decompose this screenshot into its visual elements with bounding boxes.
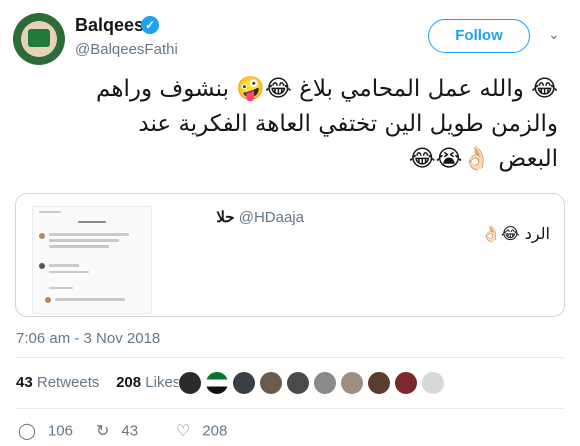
user-name[interactable]: Balqees: [75, 15, 144, 36]
reply-action[interactable]: ◯ 106: [18, 421, 73, 441]
liker-avatar[interactable]: [421, 371, 445, 395]
quoted-author-name: حلا: [216, 209, 235, 226]
quoted-tweet-author[interactable]: حلا @HDaaja: [216, 208, 304, 226]
reply-icon: ◯: [18, 423, 36, 440]
like-action[interactable]: ♡ 208: [176, 421, 227, 441]
thumb-line: [49, 233, 129, 236]
thumb-line: [49, 245, 109, 248]
verified-badge-icon: ✓: [141, 16, 159, 34]
user-handle[interactable]: @BalqeesFathi: [75, 41, 178, 58]
like-count: 208: [202, 422, 228, 440]
tweet-text-line-1: 😂 والله عمل المحامي بلاغ 😂🤪 بنشوف وراهم: [96, 76, 558, 102]
quoted-tweet-screenshot-image[interactable]: [32, 206, 152, 314]
quoted-author-handle: @HDaaja: [238, 209, 304, 226]
liker-avatar[interactable]: [394, 371, 418, 395]
liker-avatar[interactable]: [367, 371, 391, 395]
thumb-line: [49, 239, 119, 242]
chevron-down-icon[interactable]: ⌄: [548, 26, 560, 43]
thumb-avatar: [39, 233, 45, 239]
tweet-stats: 43 Retweets 208 Likes: [16, 374, 180, 391]
tweet-text-line-2: والزمن طويل الين تختفي العاهة الفكرية عن…: [138, 111, 558, 137]
liker-avatar[interactable]: [259, 371, 283, 395]
retweet-action[interactable]: ↻ 43: [96, 421, 138, 441]
thumb-status-bar: [39, 211, 61, 213]
liker-avatar[interactable]: [313, 371, 337, 395]
liker-avatar[interactable]: [178, 371, 202, 395]
thumb-avatar: [45, 297, 51, 303]
liker-avatar[interactable]: [205, 371, 229, 395]
liker-avatar[interactable]: [232, 371, 256, 395]
retweets-label[interactable]: Retweets: [37, 374, 100, 391]
tweet-text-line-3: البعض 👌🏻😭😂: [408, 146, 558, 172]
retweets-count[interactable]: 43: [16, 374, 33, 391]
liker-avatar[interactable]: [340, 371, 364, 395]
liker-avatar[interactable]: [286, 371, 310, 395]
divider: [15, 408, 565, 409]
thumb-title: [78, 221, 106, 223]
avatar[interactable]: [13, 13, 65, 65]
divider: [15, 357, 565, 358]
heart-icon: ♡: [176, 423, 191, 440]
retweet-count: 43: [121, 422, 139, 440]
reply-count: 106: [47, 422, 73, 440]
thumb-line: [49, 287, 73, 289]
quoted-tweet[interactable]: حلا @HDaaja الرد 😂👌🏻: [15, 193, 565, 317]
thumb-line: [55, 298, 125, 301]
thumb-line: [49, 271, 89, 273]
thumb-avatar: [39, 263, 45, 269]
quoted-tweet-text: الرد 😂👌🏻: [481, 224, 550, 243]
tweet-text: 😂 والله عمل المحامي بلاغ 😂🤪 بنشوف وراهم …: [38, 72, 558, 177]
flag-icon: [28, 29, 50, 47]
follow-button[interactable]: Follow: [428, 19, 530, 53]
tweet-timestamp[interactable]: 7:06 am - 3 Nov 2018: [16, 330, 160, 347]
likes-count[interactable]: 208: [116, 374, 141, 391]
retweet-icon: ↻: [96, 423, 110, 440]
thumb-line: [49, 264, 79, 267]
likes-label[interactable]: Likes: [145, 374, 180, 391]
